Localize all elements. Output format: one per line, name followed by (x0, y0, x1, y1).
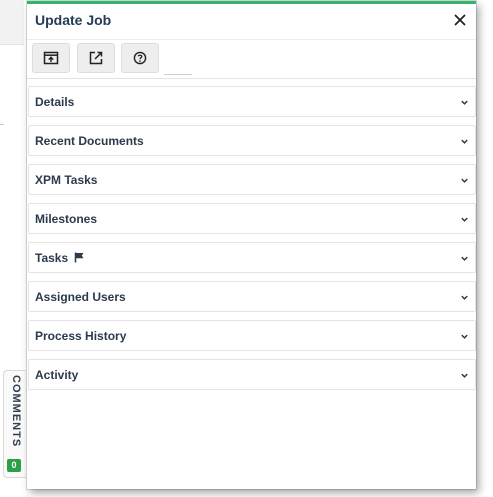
chevron-down-icon (461, 139, 468, 144)
help-icon (133, 51, 147, 65)
section-milestones[interactable]: Milestones (28, 203, 476, 234)
comments-label: COMMENTS (10, 375, 22, 448)
comments-count-badge: 0 (7, 459, 21, 472)
section-tasks[interactable]: Tasks (28, 242, 476, 273)
panel-header: Update Job (27, 4, 476, 40)
chevron-down-icon (461, 295, 468, 300)
section-label: Details (35, 95, 75, 109)
section-details[interactable]: Details (28, 86, 476, 117)
chevron-down-icon (461, 373, 468, 378)
help-button[interactable] (121, 43, 159, 73)
panel-title: Update Job (35, 12, 112, 28)
section-xpm-tasks[interactable]: XPM Tasks (28, 164, 476, 195)
section-label: Recent Documents (35, 134, 144, 148)
chevron-down-icon (461, 217, 468, 222)
chevron-down-icon (461, 100, 468, 105)
close-button[interactable] (450, 10, 470, 30)
open-in-window-icon (43, 51, 59, 65)
chevron-down-icon (461, 178, 468, 183)
section-label: Activity (35, 368, 79, 382)
section-recent-documents[interactable]: Recent Documents (28, 125, 476, 156)
section-activity[interactable]: Activity (28, 359, 476, 390)
section-assigned-users[interactable]: Assigned Users (28, 281, 476, 312)
comments-tab[interactable]: COMMENTS 0 (3, 370, 26, 478)
section-process-history[interactable]: Process History (28, 320, 476, 351)
section-label-wrap: Tasks (35, 251, 85, 265)
open-in-window-button[interactable] (32, 43, 70, 73)
background-divider (0, 124, 4, 125)
chevron-down-icon (461, 256, 468, 261)
section-label: XPM Tasks (35, 173, 98, 187)
external-link-button[interactable] (77, 43, 115, 73)
external-link-icon (89, 51, 103, 65)
section-label: Tasks (35, 251, 69, 265)
chevron-down-icon (461, 334, 468, 339)
close-icon (454, 14, 466, 26)
section-label: Milestones (35, 212, 98, 226)
toolbar (27, 40, 476, 79)
section-label: Assigned Users (35, 290, 126, 304)
toolbar-divider (164, 74, 192, 75)
flag-icon (74, 252, 84, 263)
update-job-panel: Update Job Details Recent Documents XPM … (27, 1, 476, 489)
background-page-strip (0, 0, 24, 45)
section-label: Process History (35, 329, 127, 343)
